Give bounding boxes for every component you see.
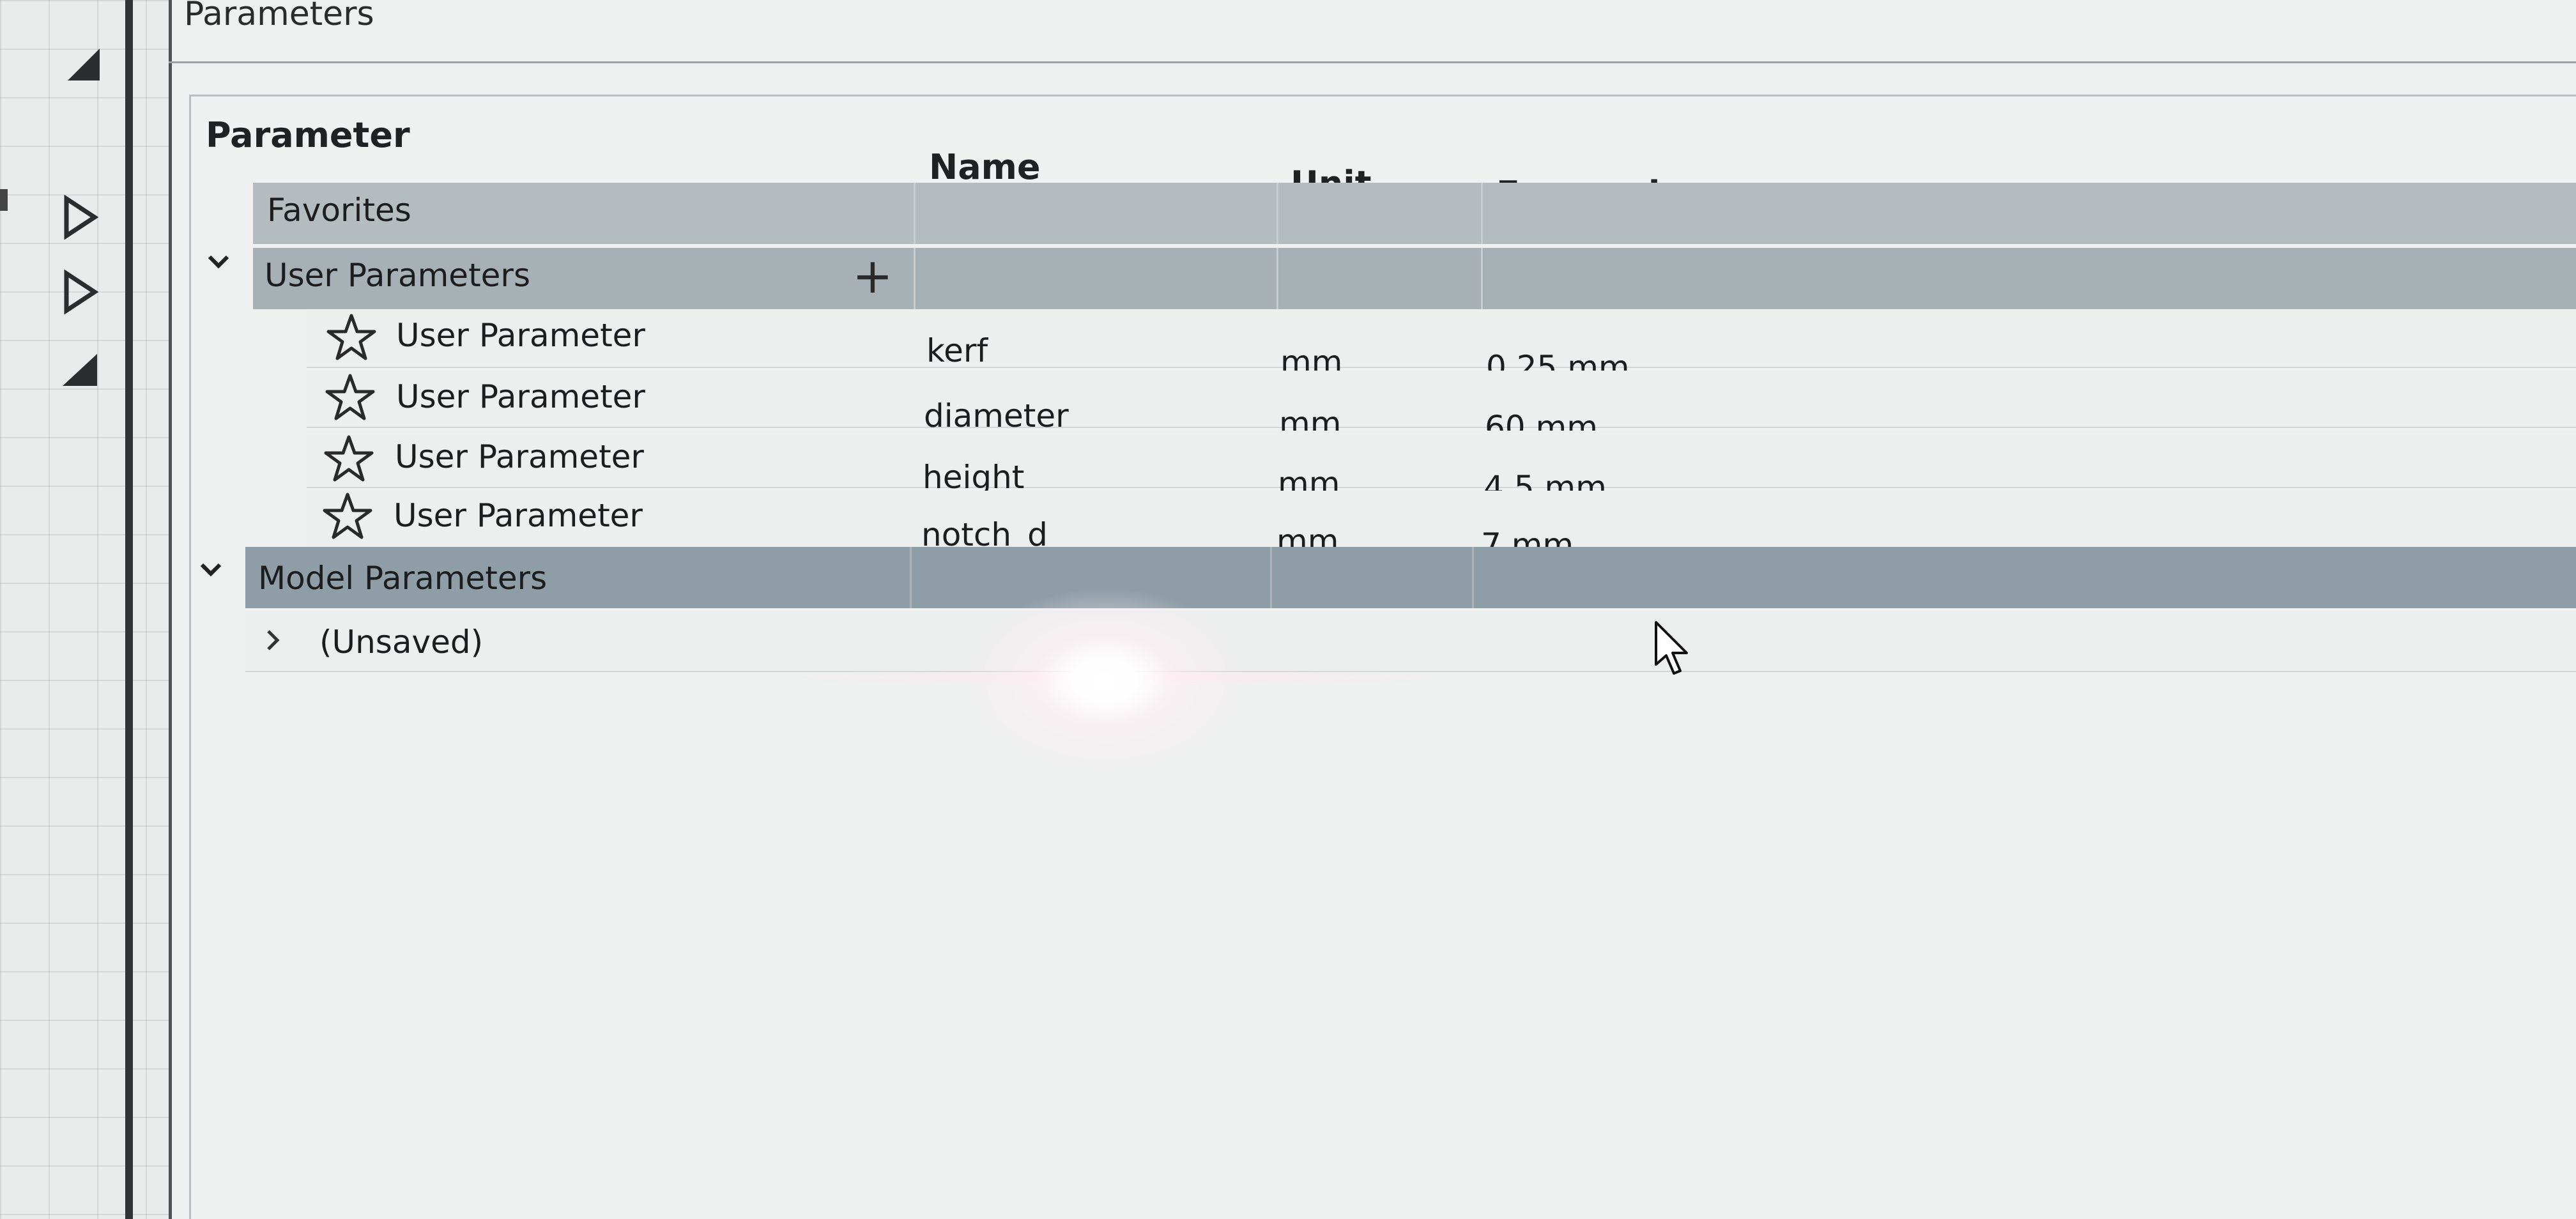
- user-parameters-label: User Parameters: [264, 257, 531, 294]
- column-divider: [1270, 547, 1272, 608]
- star-outline-icon[interactable]: [322, 492, 373, 543]
- model-parameters-group-row[interactable]: Model Parameters: [245, 547, 2576, 608]
- column-divider: [914, 248, 916, 309]
- corner-triangle-icon[interactable]: [59, 350, 100, 388]
- column-divider: [1481, 183, 1483, 244]
- star-outline-icon[interactable]: [326, 313, 377, 364]
- corner-triangle-icon[interactable]: [64, 45, 102, 83]
- favorites-group-row[interactable]: Favorites: [253, 183, 2576, 244]
- chevron-right-icon[interactable]: [263, 627, 282, 656]
- column-divider: [1276, 248, 1278, 309]
- toolbar-marker: [0, 189, 8, 211]
- title-divider: [169, 61, 2576, 63]
- column-divider: [1276, 183, 1278, 244]
- column-divider: [910, 547, 912, 608]
- favorites-label: Favorites: [267, 192, 411, 229]
- column-divider: [914, 183, 916, 244]
- parameter-label: User Parameter: [396, 317, 645, 354]
- table-row[interactable]: User Parameter kerf mm 0.25 mm: [307, 310, 2576, 386]
- column-divider: [1481, 248, 1483, 309]
- left-toolbar: [0, 0, 128, 1219]
- header-parameter[interactable]: Parameter: [206, 115, 410, 155]
- star-outline-icon[interactable]: [325, 373, 376, 424]
- header-name[interactable]: Name: [929, 147, 1041, 187]
- parameter-name[interactable]: diameter: [924, 397, 1069, 434]
- column-divider: [1472, 547, 1474, 608]
- table-row[interactable]: User Parameter diameter mm 60 mm: [307, 371, 2576, 446]
- user-parameters-group-row[interactable]: User Parameters +: [253, 248, 2576, 309]
- model-child-row[interactable]: (Unsaved): [245, 611, 2576, 672]
- mouse-pointer-icon: [1653, 620, 1692, 680]
- window-edge: [125, 0, 133, 1219]
- add-parameter-icon[interactable]: +: [852, 252, 893, 300]
- parameter-label: User Parameter: [394, 497, 643, 534]
- star-outline-icon[interactable]: [323, 434, 374, 486]
- unsaved-label: (Unsaved): [319, 624, 484, 661]
- chevron-down-icon[interactable]: [198, 560, 224, 581]
- parameter-label: User Parameter: [396, 378, 645, 415]
- play-icon[interactable]: [61, 270, 100, 314]
- model-parameters-label: Model Parameters: [258, 560, 548, 597]
- parameter-name[interactable]: kerf: [926, 332, 988, 369]
- table-row[interactable]: User Parameter notch_d mm 7 mm: [307, 491, 2576, 564]
- dialog-title: Parameters: [184, 0, 374, 33]
- chevron-down-icon[interactable]: [206, 252, 231, 273]
- parameter-label: User Parameter: [395, 438, 644, 475]
- table-row[interactable]: User Parameter height mm 4.5 mm: [307, 431, 2576, 506]
- play-icon[interactable]: [61, 195, 100, 240]
